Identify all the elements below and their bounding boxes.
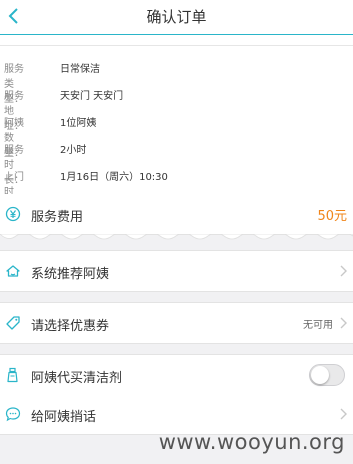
fee-row: 服务费用 50元: [0, 194, 353, 235]
tag-icon: [6, 316, 20, 330]
header-bar: 确认订单: [0, 0, 353, 35]
cleaner-row: 阿姨代买清洁剂: [0, 354, 353, 396]
watermark: www.wooyun.org: [158, 430, 345, 454]
recommend-row[interactable]: 系统推荐阿姨: [0, 250, 353, 292]
fee-label: 服务费用: [31, 210, 84, 225]
message-label: 给阿姨捎话: [31, 410, 97, 425]
chat-bubble-icon: [5, 407, 21, 422]
chevron-right-icon: [340, 317, 347, 329]
coupon-status: 无可用: [303, 320, 333, 331]
fee-price: 50元: [317, 209, 347, 224]
order-details: 服务类型： 日常保洁 服务地址： 天安门 天安门 阿姨数量： 1位阿姨 服务时长…: [0, 46, 353, 213]
chevron-right-icon: [340, 265, 347, 277]
cleaner-toggle[interactable]: [309, 364, 345, 386]
header-spacer: [0, 35, 353, 46]
detail-value: 1月16日（周六）10:30: [60, 172, 168, 183]
message-row[interactable]: 给阿姨捎话: [0, 394, 353, 435]
spray-bottle-icon: [7, 367, 18, 383]
yuan-icon: [5, 206, 21, 222]
page-title: 确认订单: [146, 8, 207, 26]
cleaner-label: 阿姨代买清洁剂: [31, 371, 123, 386]
chevron-right-icon: [340, 408, 347, 420]
detail-value: 日常保洁: [60, 64, 100, 75]
coupon-row[interactable]: 请选择优惠券 无可用: [0, 302, 353, 344]
toggle-knob: [311, 366, 329, 384]
detail-value: 2小时: [60, 145, 87, 156]
detail-value: 1位阿姨: [60, 118, 97, 129]
coupon-label: 请选择优惠券: [31, 319, 110, 334]
house-icon: [6, 265, 20, 277]
recommend-label: 系统推荐阿姨: [31, 267, 110, 282]
wave-divider: [0, 234, 353, 240]
detail-value: 天安门 天安门: [60, 91, 124, 102]
